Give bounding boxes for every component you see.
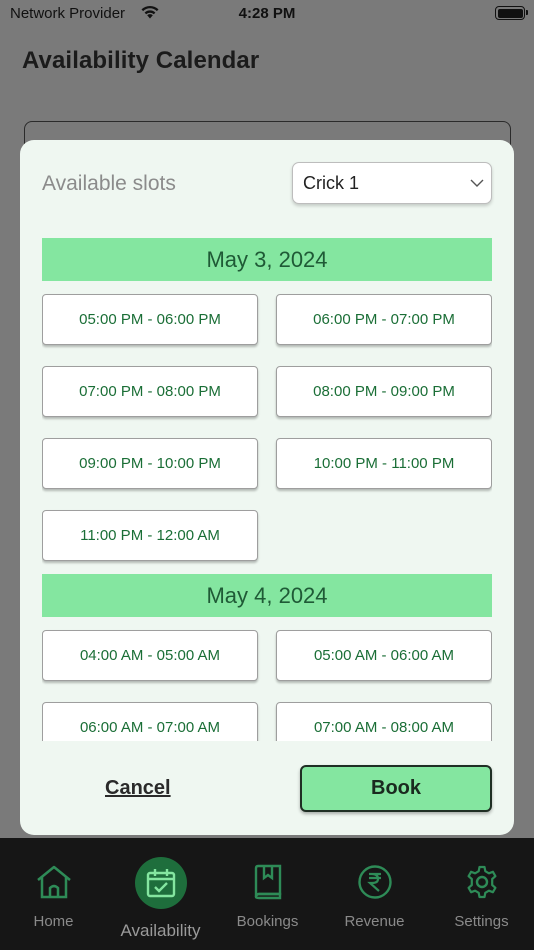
tab-label: Revenue bbox=[344, 913, 405, 930]
tab-bookings[interactable]: Bookings bbox=[214, 838, 321, 950]
tab-label: Home bbox=[33, 913, 74, 930]
cancel-button[interactable]: Cancel bbox=[105, 777, 171, 800]
slot-grid: 04:00 AM - 05:00 AM 05:00 AM - 06:00 AM … bbox=[42, 630, 492, 741]
tab-label: Availability bbox=[120, 921, 201, 940]
time-slot-button[interactable]: 11:00 PM - 12:00 AM bbox=[42, 510, 258, 561]
home-icon bbox=[0, 864, 107, 900]
time-slot-button[interactable]: 09:00 PM - 10:00 PM bbox=[42, 438, 258, 489]
time-slot-button[interactable]: 08:00 PM - 09:00 PM bbox=[276, 366, 492, 417]
ground-select-value: Crick 1 bbox=[303, 173, 360, 193]
book-icon bbox=[214, 864, 321, 900]
time-slot-button[interactable]: 07:00 PM - 08:00 PM bbox=[42, 366, 258, 417]
clock: 4:28 PM bbox=[238, 5, 296, 22]
time-slot-button[interactable]: 04:00 AM - 05:00 AM bbox=[42, 630, 258, 681]
tab-availability[interactable]: Availability bbox=[107, 838, 214, 950]
tab-label: Settings bbox=[454, 913, 509, 930]
tab-label: Bookings bbox=[236, 913, 299, 930]
time-slot-button[interactable]: 10:00 PM - 11:00 PM bbox=[276, 438, 492, 489]
status-bar: Network Provider 4:28 PM bbox=[0, 0, 534, 28]
date-header: May 4, 2024 bbox=[42, 574, 492, 617]
book-button[interactable]: Book bbox=[300, 765, 492, 812]
ground-select[interactable]: Crick 1 bbox=[292, 162, 492, 204]
bottom-tab-bar: Home Availability Bookings Revenue Setti… bbox=[0, 838, 534, 950]
modal-footer: Cancel Book bbox=[20, 765, 514, 815]
rupee-icon bbox=[321, 864, 428, 900]
tab-settings[interactable]: Settings bbox=[428, 838, 534, 950]
modal-title: Available slots bbox=[42, 172, 176, 195]
page-title: Availability Calendar bbox=[22, 47, 260, 74]
battery-icon bbox=[495, 6, 528, 20]
available-slots-modal: Available slots Crick 1 May 3, 2024 05:0… bbox=[20, 140, 514, 835]
slot-grid: 05:00 PM - 06:00 PM 06:00 PM - 07:00 PM … bbox=[42, 294, 492, 574]
slot-list[interactable]: May 3, 2024 05:00 PM - 06:00 PM 06:00 PM… bbox=[42, 238, 492, 741]
chevron-down-icon bbox=[469, 176, 485, 194]
time-slot-button[interactable]: 06:00 PM - 07:00 PM bbox=[276, 294, 492, 345]
date-header: May 3, 2024 bbox=[42, 238, 492, 281]
tab-home[interactable]: Home bbox=[0, 838, 107, 950]
time-slot-button[interactable]: 05:00 PM - 06:00 PM bbox=[42, 294, 258, 345]
calendar-check-icon bbox=[135, 857, 187, 909]
time-slot-button[interactable]: 05:00 AM - 06:00 AM bbox=[276, 630, 492, 681]
time-slot-button[interactable]: 06:00 AM - 07:00 AM bbox=[42, 702, 258, 741]
gear-icon bbox=[428, 864, 534, 900]
modal-header: Available slots Crick 1 bbox=[42, 162, 492, 206]
tab-revenue[interactable]: Revenue bbox=[321, 838, 428, 950]
time-slot-button[interactable]: 07:00 AM - 08:00 AM bbox=[276, 702, 492, 741]
